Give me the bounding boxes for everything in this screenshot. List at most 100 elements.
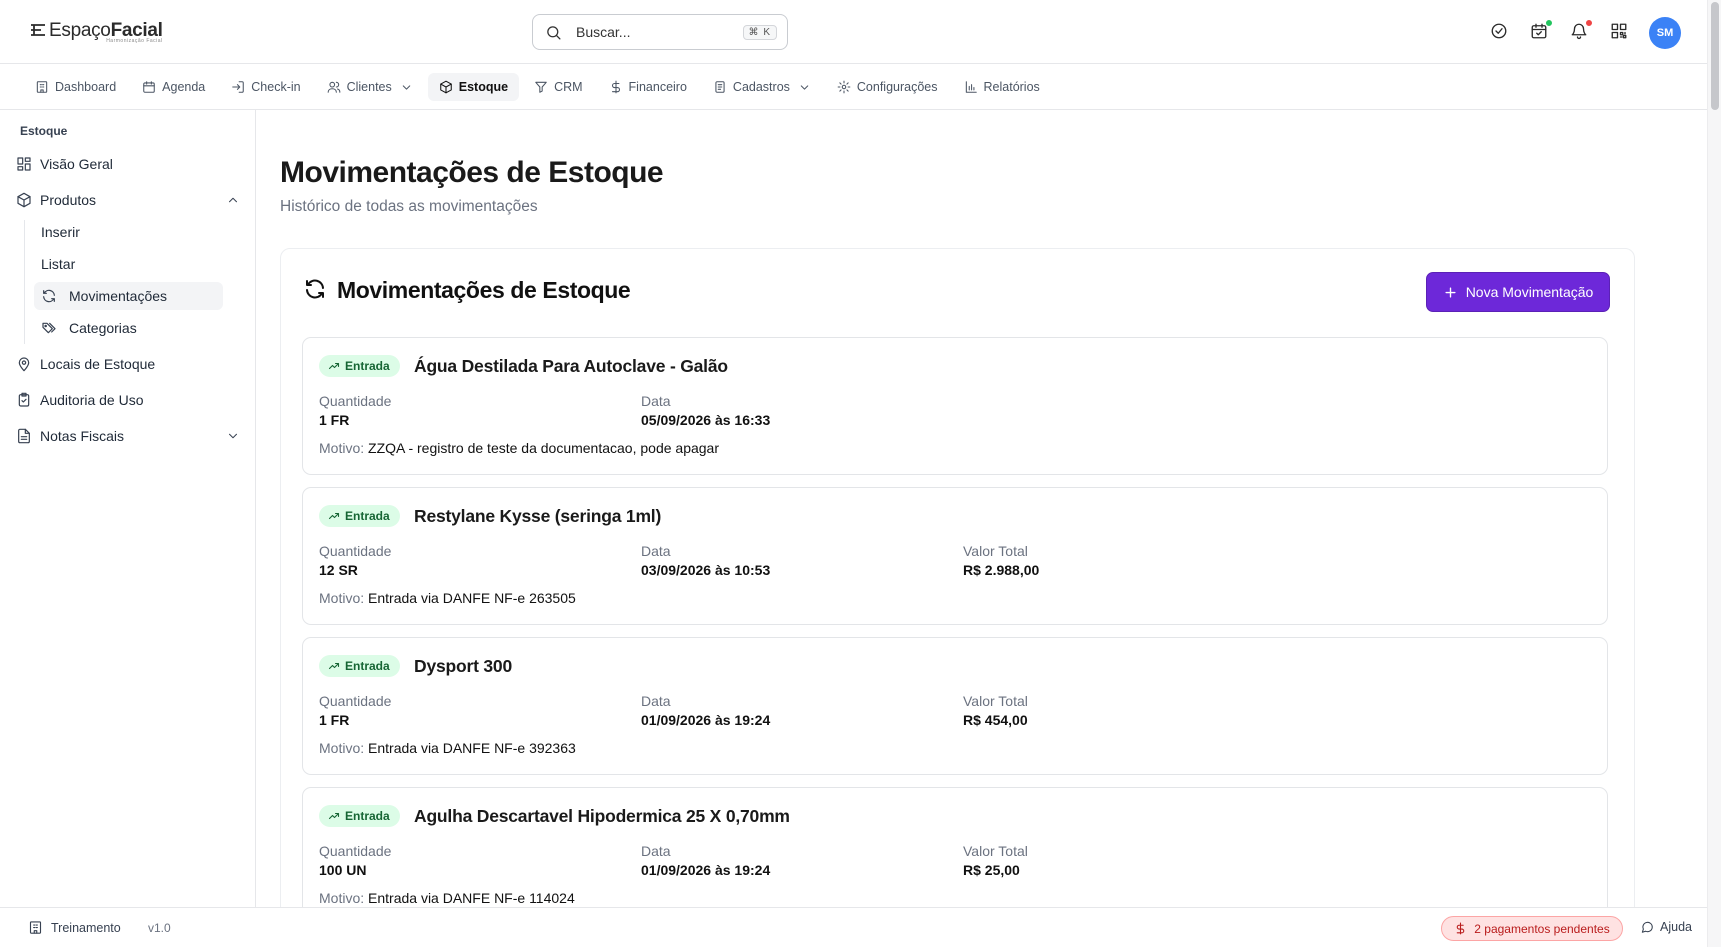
quantity-value: 1 FR bbox=[319, 712, 350, 728]
date-value: 01/09/2026 às 19:24 bbox=[641, 862, 771, 878]
global-search[interactable]: Buscar... ⌘ K bbox=[532, 14, 788, 50]
sidebar-sub-inserir[interactable]: Inserir bbox=[34, 218, 223, 246]
movement-reason: Motivo: ZZQA - registro de teste da docu… bbox=[319, 440, 719, 456]
reason-label: Motivo: bbox=[319, 590, 365, 606]
movement-product-name: Agulha Descartavel Hipodermica 25 X 0,70… bbox=[414, 806, 790, 826]
nav-cadastros[interactable]: Cadastros bbox=[702, 73, 822, 101]
trending-up-icon bbox=[328, 362, 340, 370]
movement-card[interactable]: Entrada Restylane Kysse (seringa 1ml) Qu… bbox=[302, 487, 1608, 625]
brand-logo[interactable]: EspaçoFacial Harmonização Facial bbox=[30, 20, 163, 46]
login-icon bbox=[232, 81, 245, 93]
nav-relatorios[interactable]: Relatórios bbox=[953, 73, 1051, 101]
sidebar: Estoque Visão Geral Produtos Inserir Lis… bbox=[0, 110, 256, 907]
movement-type-badge: Entrada bbox=[319, 505, 400, 527]
sidebar-item-label: Produtos bbox=[40, 192, 97, 208]
map-pin-icon bbox=[18, 357, 30, 372]
movement-product-name: Restylane Kysse (seringa 1ml) bbox=[414, 506, 662, 526]
reason-value: Entrada via DANFE NF-e 263505 bbox=[368, 590, 576, 606]
nav-label: Financeiro bbox=[628, 80, 687, 94]
badge-label: Entrada bbox=[345, 509, 390, 523]
training-mode[interactable]: Treinamento bbox=[28, 920, 121, 935]
search-placeholder: Buscar... bbox=[576, 24, 631, 40]
total-value: R$ 25,00 bbox=[963, 862, 1020, 878]
sidebar-item-label: Locais de Estoque bbox=[40, 356, 156, 372]
grid-icon bbox=[17, 157, 31, 171]
date-label: Data bbox=[641, 543, 671, 559]
nav-financeiro[interactable]: Financeiro bbox=[598, 73, 698, 101]
movement-type-badge: Entrada bbox=[319, 355, 400, 377]
total-label: Valor Total bbox=[963, 843, 1028, 859]
nav-estoque[interactable]: Estoque bbox=[427, 73, 520, 101]
help-button[interactable]: Ajuda bbox=[1640, 920, 1692, 934]
clipboard-check-icon bbox=[18, 392, 30, 407]
main-content: Movimentações de Estoque Histórico de to… bbox=[257, 110, 1707, 907]
movement-card[interactable]: Entrada Agulha Descartavel Hipodermica 2… bbox=[302, 787, 1608, 907]
sidebar-sub-movimentacoes[interactable]: Movimentações bbox=[34, 282, 223, 310]
movement-card[interactable]: Entrada Dysport 300 Quantidade 1 FR Data… bbox=[302, 637, 1608, 775]
nav-dashboard[interactable]: Dashboard bbox=[24, 73, 127, 101]
new-movement-label: Nova Movimentação bbox=[1465, 284, 1594, 300]
brand-name-light: Espaço bbox=[49, 20, 111, 41]
quantity-label: Quantidade bbox=[319, 393, 392, 409]
tags-icon bbox=[42, 322, 56, 334]
nav-agenda[interactable]: Agenda bbox=[131, 73, 216, 101]
movement-card[interactable]: Entrada Água Destilada Para Autoclave - … bbox=[302, 337, 1608, 475]
refresh-icon bbox=[43, 289, 55, 303]
calendar-status-button[interactable] bbox=[1530, 19, 1553, 42]
nav-label: Cadastros bbox=[732, 80, 790, 94]
qr-code-icon bbox=[1611, 23, 1627, 39]
user-avatar[interactable]: SM bbox=[1649, 17, 1681, 49]
new-movement-button[interactable]: Nova Movimentação bbox=[1426, 272, 1610, 312]
movement-type-badge: Entrada bbox=[319, 655, 400, 677]
sidebar-sub-categorias[interactable]: Categorias bbox=[34, 314, 223, 342]
page-scrollbar[interactable] bbox=[1707, 0, 1721, 947]
chevron-down-icon bbox=[402, 84, 411, 90]
quantity-value: 1 FR bbox=[319, 412, 350, 428]
file-text-icon bbox=[18, 428, 30, 444]
sidebar-item-visao-geral[interactable]: Visão Geral bbox=[16, 150, 240, 178]
nav-label: Relatórios bbox=[983, 80, 1040, 94]
chevron-down-icon bbox=[800, 84, 809, 90]
qr-code-button[interactable] bbox=[1610, 22, 1630, 42]
movement-product-name: Água Destilada Para Autoclave - Galão bbox=[414, 356, 728, 376]
submenu-guide-line bbox=[24, 220, 25, 344]
top-header: EspaçoFacial Harmonização Facial Buscar.… bbox=[0, 0, 1707, 64]
sidebar-item-auditoria[interactable]: Auditoria de Uso bbox=[16, 386, 240, 414]
nav-check-in[interactable]: Check-in bbox=[220, 73, 311, 101]
calendar-icon bbox=[143, 81, 155, 93]
check-circle-icon bbox=[1491, 23, 1507, 39]
movement-reason: Motivo: Entrada via DANFE NF-e 392363 bbox=[319, 740, 576, 756]
total-value: R$ 454,00 bbox=[963, 712, 1028, 728]
reason-value: Entrada via DANFE NF-e 114024 bbox=[368, 890, 575, 906]
package-icon bbox=[17, 192, 31, 208]
page-title: Movimentações de Estoque bbox=[280, 156, 664, 189]
pending-payments-badge[interactable]: 2 pagamentos pendentes bbox=[1441, 916, 1623, 941]
sidebar-item-notas-fiscais[interactable]: Notas Fiscais bbox=[16, 422, 240, 450]
movement-reason: Motivo: Entrada via DANFE NF-e 114024 bbox=[319, 890, 575, 906]
nav-clientes[interactable]: Clientes bbox=[316, 73, 424, 101]
tasks-button[interactable] bbox=[1490, 22, 1510, 42]
chevron-down-icon bbox=[228, 433, 238, 439]
page-subtitle: Histórico de todas as movimentações bbox=[280, 198, 538, 215]
dollar-icon bbox=[1456, 922, 1465, 935]
nav-configuracoes[interactable]: Configurações bbox=[826, 73, 949, 101]
movements-panel: Movimentações de Estoque Nova Movimentaç… bbox=[280, 248, 1635, 907]
app-version: v1.0 bbox=[148, 921, 171, 935]
brand-tagline: Harmonização Facial bbox=[106, 38, 163, 44]
sidebar-item-locais[interactable]: Locais de Estoque bbox=[16, 350, 240, 378]
date-label: Data bbox=[641, 393, 671, 409]
nav-label: Dashboard bbox=[55, 80, 117, 94]
nav-crm[interactable]: CRM bbox=[523, 73, 593, 101]
badge-label: Entrada bbox=[345, 359, 390, 373]
notifications-button[interactable] bbox=[1570, 19, 1593, 42]
sidebar-item-label: Listar bbox=[41, 256, 76, 272]
scrollbar-thumb[interactable] bbox=[1711, 2, 1719, 110]
sidebar-item-produtos[interactable]: Produtos bbox=[16, 186, 240, 214]
search-shortcut: ⌘ K bbox=[742, 24, 777, 40]
users-icon bbox=[327, 81, 340, 93]
nav-label: Estoque bbox=[458, 80, 509, 94]
sidebar-sub-listar[interactable]: Listar bbox=[34, 250, 223, 278]
total-label: Valor Total bbox=[963, 693, 1028, 709]
reason-label: Motivo: bbox=[319, 740, 365, 756]
building-icon bbox=[36, 81, 48, 93]
